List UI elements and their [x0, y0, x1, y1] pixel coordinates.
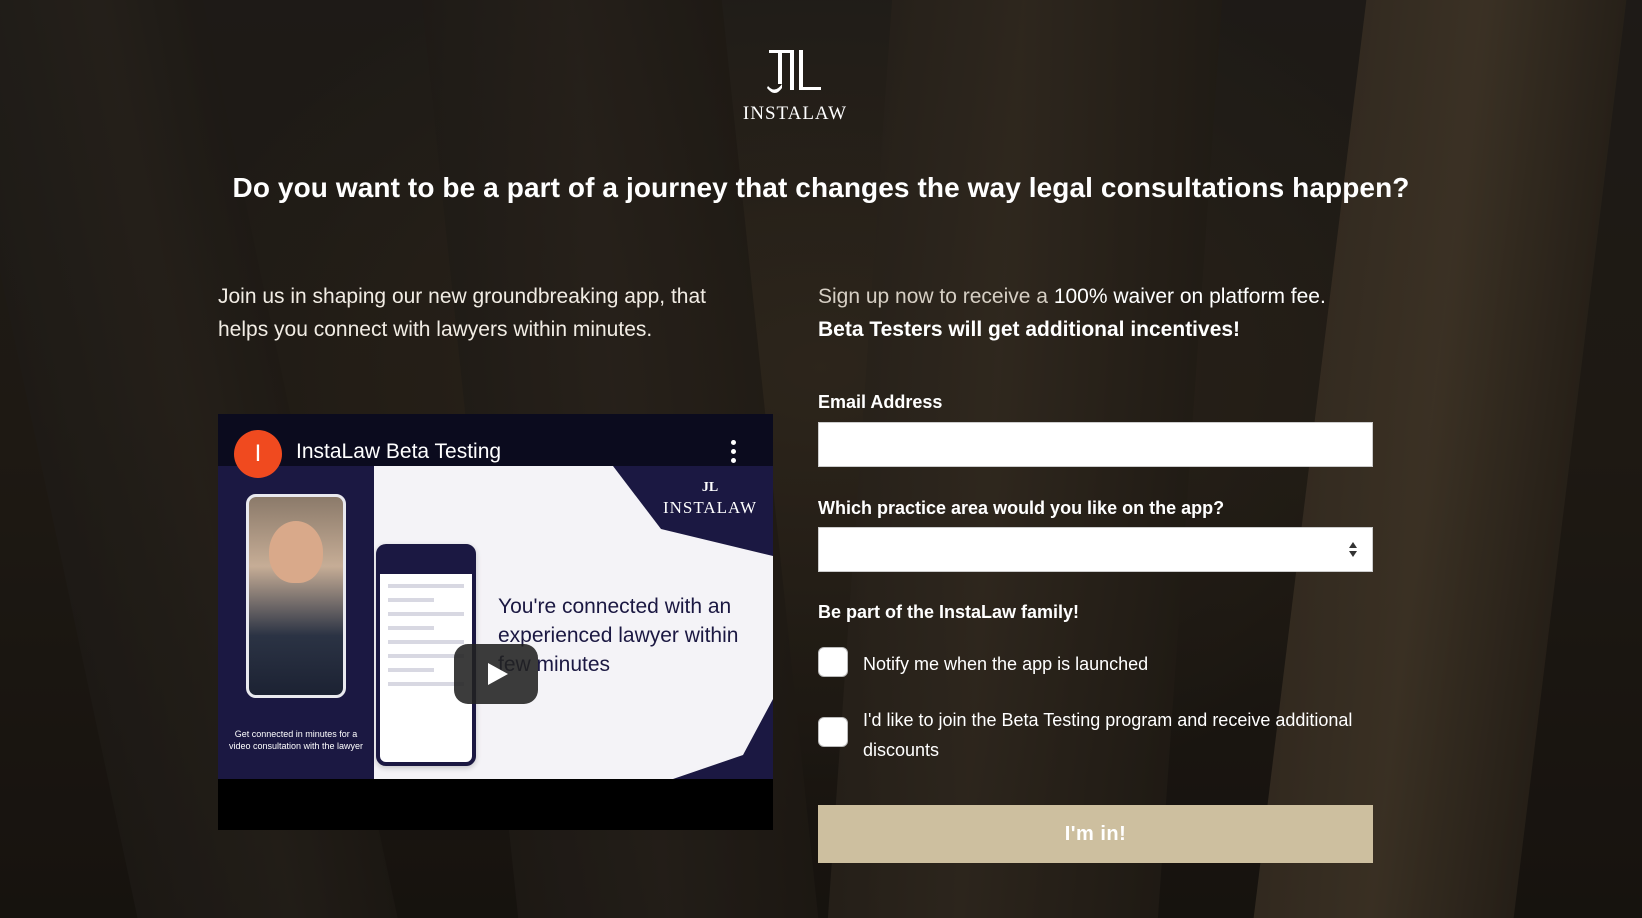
waiver-highlight: 100% waiver [1053, 285, 1175, 308]
thumbnail-brand: JL INSTALAW [655, 480, 765, 518]
channel-avatar[interactable]: I [234, 430, 282, 478]
video-thumbnail[interactable]: Get connected in minutes for a video con… [218, 466, 773, 779]
thumbnail-phone-video-call [246, 494, 346, 698]
email-field[interactable] [818, 422, 1373, 467]
submit-button[interactable]: I'm in! [818, 805, 1373, 863]
video-title[interactable]: InstaLaw Beta Testing [296, 440, 501, 464]
notify-checkbox[interactable] [818, 647, 848, 677]
thumbnail-logo-icon: JL [701, 480, 719, 495]
play-icon[interactable] [454, 644, 538, 704]
family-label: Be part of the InstaLaw family! [818, 602, 1080, 622]
notify-option[interactable]: Notify me when the app is launched [818, 647, 1378, 679]
page-headline: Do you want to be a part of a journey th… [232, 172, 1410, 203]
beta-option[interactable]: I'd like to join the Beta Testing progra… [818, 703, 1378, 763]
instalaw-logo: INSTALAW [729, 48, 861, 125]
signup-offer: Sign up now to receive a 100% waiver on … [818, 280, 1378, 346]
practice-area-label: Which practice area would you like on th… [818, 498, 1225, 518]
video-embed[interactable]: I InstaLaw Beta Testing Get connected in… [218, 414, 773, 830]
logo-mark-icon [767, 50, 821, 93]
logo-text: INSTALAW [742, 103, 848, 124]
beta-checkbox[interactable] [818, 717, 848, 747]
practice-area-select[interactable] [818, 527, 1373, 572]
select-arrows-icon [1348, 542, 1358, 558]
email-label: Email Address [818, 392, 943, 412]
incentives-text: Beta Testers will get additional incenti… [818, 318, 1241, 341]
more-vert-icon[interactable] [729, 440, 737, 466]
notify-checkbox-label[interactable]: Notify me when the app is launched [863, 649, 1373, 679]
intro-text: Join us in shaping our new groundbreakin… [218, 285, 707, 341]
beta-checkbox-label[interactable]: I'd like to join the Beta Testing progra… [863, 705, 1373, 765]
thumbnail-caption: Get connected in minutes for a video con… [228, 729, 364, 751]
